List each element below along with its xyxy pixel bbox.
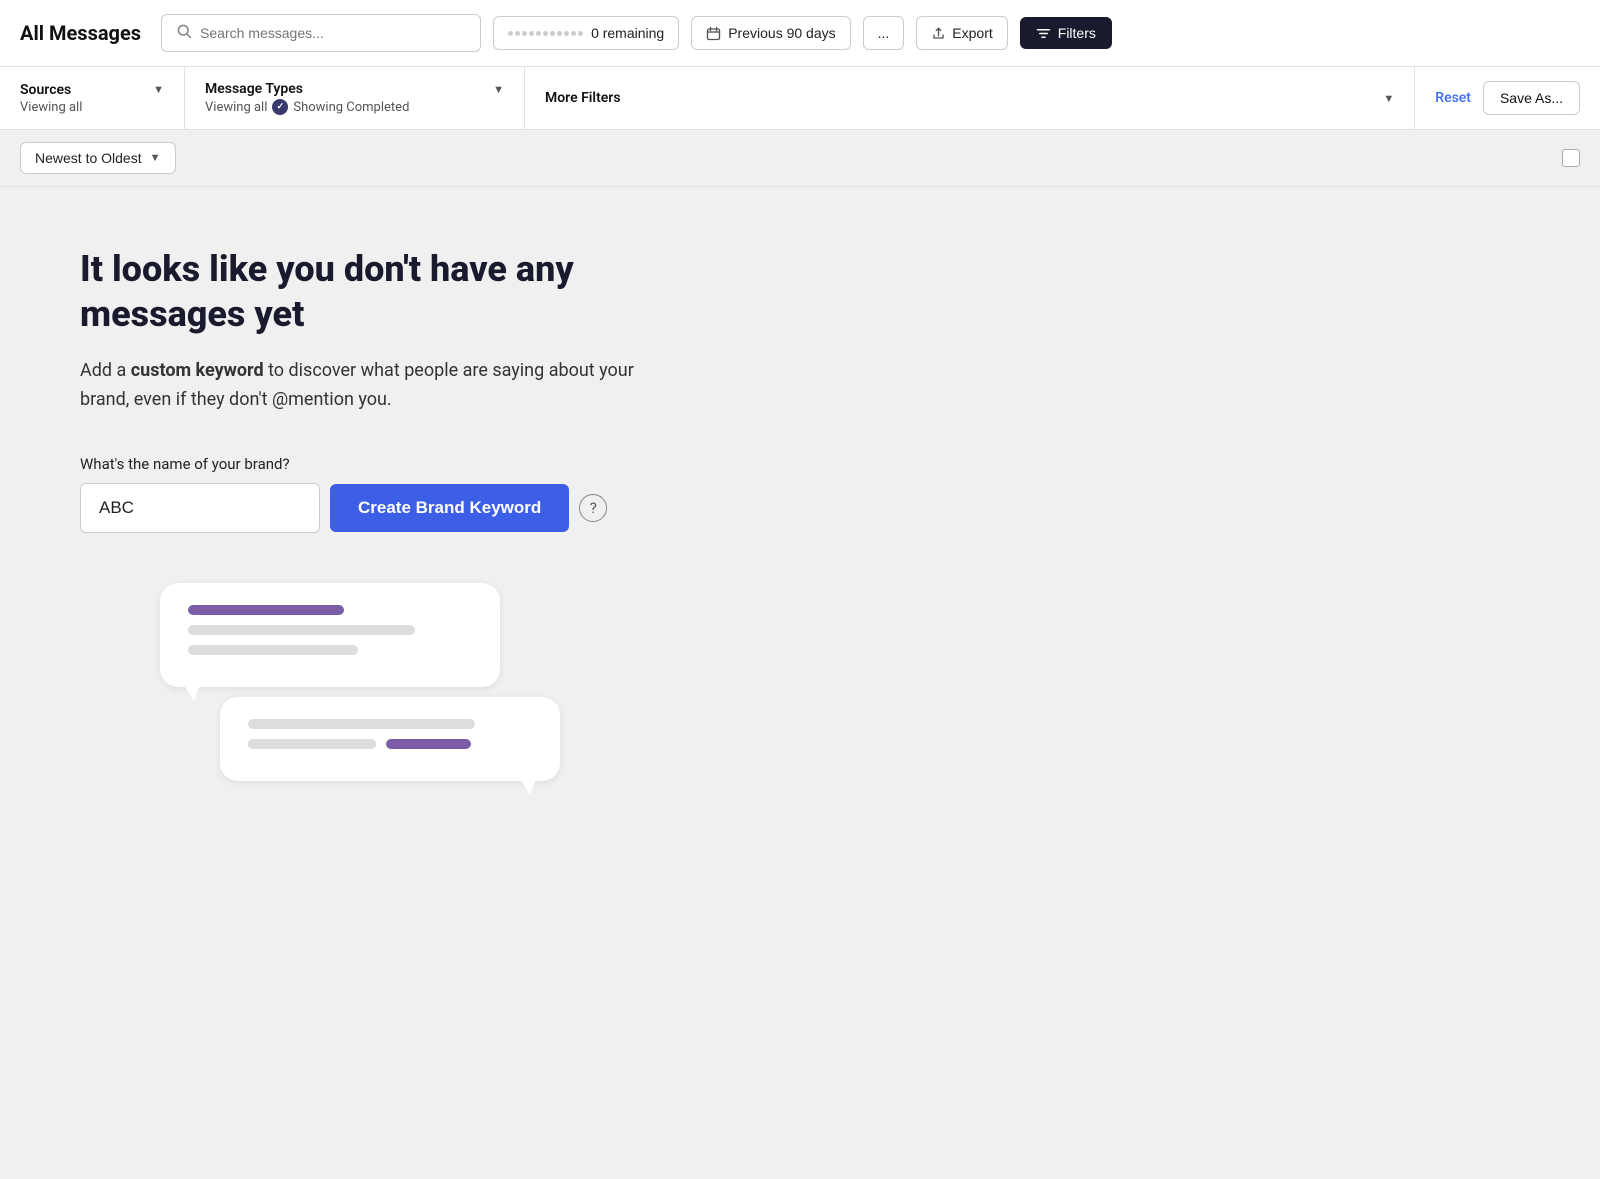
- date-range-button[interactable]: Previous 90 days: [691, 16, 850, 50]
- more-label: ...: [878, 25, 890, 41]
- sources-chevron-icon: ▼: [153, 83, 164, 96]
- message-types-sublabel: Viewing all Showing Completed: [205, 99, 504, 115]
- filters-label: Filters: [1058, 25, 1096, 41]
- filters-icon: [1036, 26, 1051, 41]
- search-input[interactable]: [200, 25, 466, 41]
- more-filters-chevron-icon: ▼: [1383, 92, 1394, 105]
- brand-form-label: What's the name of your brand?: [80, 455, 290, 473]
- sources-label: Sources ▼: [20, 82, 164, 98]
- progress-dots: [508, 31, 583, 36]
- brand-form-row: Create Brand Keyword ?: [80, 483, 607, 533]
- sort-chevron-icon: ▼: [150, 152, 161, 164]
- export-button[interactable]: Export: [916, 16, 1007, 50]
- export-label: Export: [952, 25, 992, 41]
- bubble-line-row: [248, 739, 532, 759]
- sources-filter[interactable]: Sources ▼ Viewing all: [0, 67, 185, 129]
- sort-label: Newest to Oldest: [35, 150, 142, 166]
- create-keyword-button[interactable]: Create Brand Keyword: [330, 484, 569, 532]
- filters-button[interactable]: Filters: [1020, 17, 1112, 49]
- sort-dropdown[interactable]: Newest to Oldest ▼: [20, 142, 176, 174]
- save-as-button[interactable]: Save As...: [1483, 81, 1580, 115]
- message-types-chevron-icon: ▼: [493, 83, 504, 96]
- bubble-line-3: [248, 719, 475, 729]
- header: All Messages 0 remaining Previous 90 day…: [0, 0, 1600, 67]
- select-all-checkbox[interactable]: [1562, 149, 1580, 167]
- filter-actions: Reset Save As...: [1415, 67, 1600, 129]
- remaining-label: 0 remaining: [591, 25, 664, 41]
- more-filters[interactable]: More Filters ▼: [525, 67, 1415, 129]
- page-title: All Messages: [20, 21, 141, 45]
- calendar-icon: [706, 26, 721, 41]
- sources-sublabel: Viewing all: [20, 100, 164, 115]
- more-filters-label: More Filters ▼: [545, 90, 1394, 106]
- search-icon: [176, 23, 192, 43]
- empty-subtext: Add a custom keyword to discover what pe…: [80, 357, 650, 415]
- completed-badge: [272, 99, 288, 115]
- bubble-line-2: [188, 645, 358, 655]
- bubble-top: [160, 583, 500, 687]
- sort-bar: Newest to Oldest ▼: [0, 130, 1600, 187]
- more-button[interactable]: ...: [863, 16, 905, 50]
- date-range-label: Previous 90 days: [728, 25, 835, 41]
- bubble-line-4: [248, 739, 376, 749]
- remaining-button[interactable]: 0 remaining: [493, 16, 679, 50]
- bubble-line-accent: [188, 605, 344, 615]
- reset-link[interactable]: Reset: [1435, 90, 1471, 106]
- search-bar[interactable]: [161, 14, 481, 52]
- empty-heading: It looks like you don't have any message…: [80, 247, 680, 337]
- filter-bar: Sources ▼ Viewing all Message Types ▼ Vi…: [0, 67, 1600, 130]
- bubble-bottom: [220, 697, 560, 781]
- message-types-filter[interactable]: Message Types ▼ Viewing all Showing Comp…: [185, 67, 525, 129]
- help-icon[interactable]: ?: [579, 494, 607, 522]
- help-icon-label: ?: [590, 499, 597, 517]
- bubble-line-1: [188, 625, 415, 635]
- message-types-label: Message Types ▼: [205, 81, 504, 97]
- main-content: It looks like you don't have any message…: [0, 187, 1600, 1087]
- brand-input[interactable]: [80, 483, 320, 533]
- bubble-line-accent2: [386, 739, 471, 749]
- export-icon: [931, 26, 946, 41]
- message-bubbles-illustration: [160, 583, 560, 781]
